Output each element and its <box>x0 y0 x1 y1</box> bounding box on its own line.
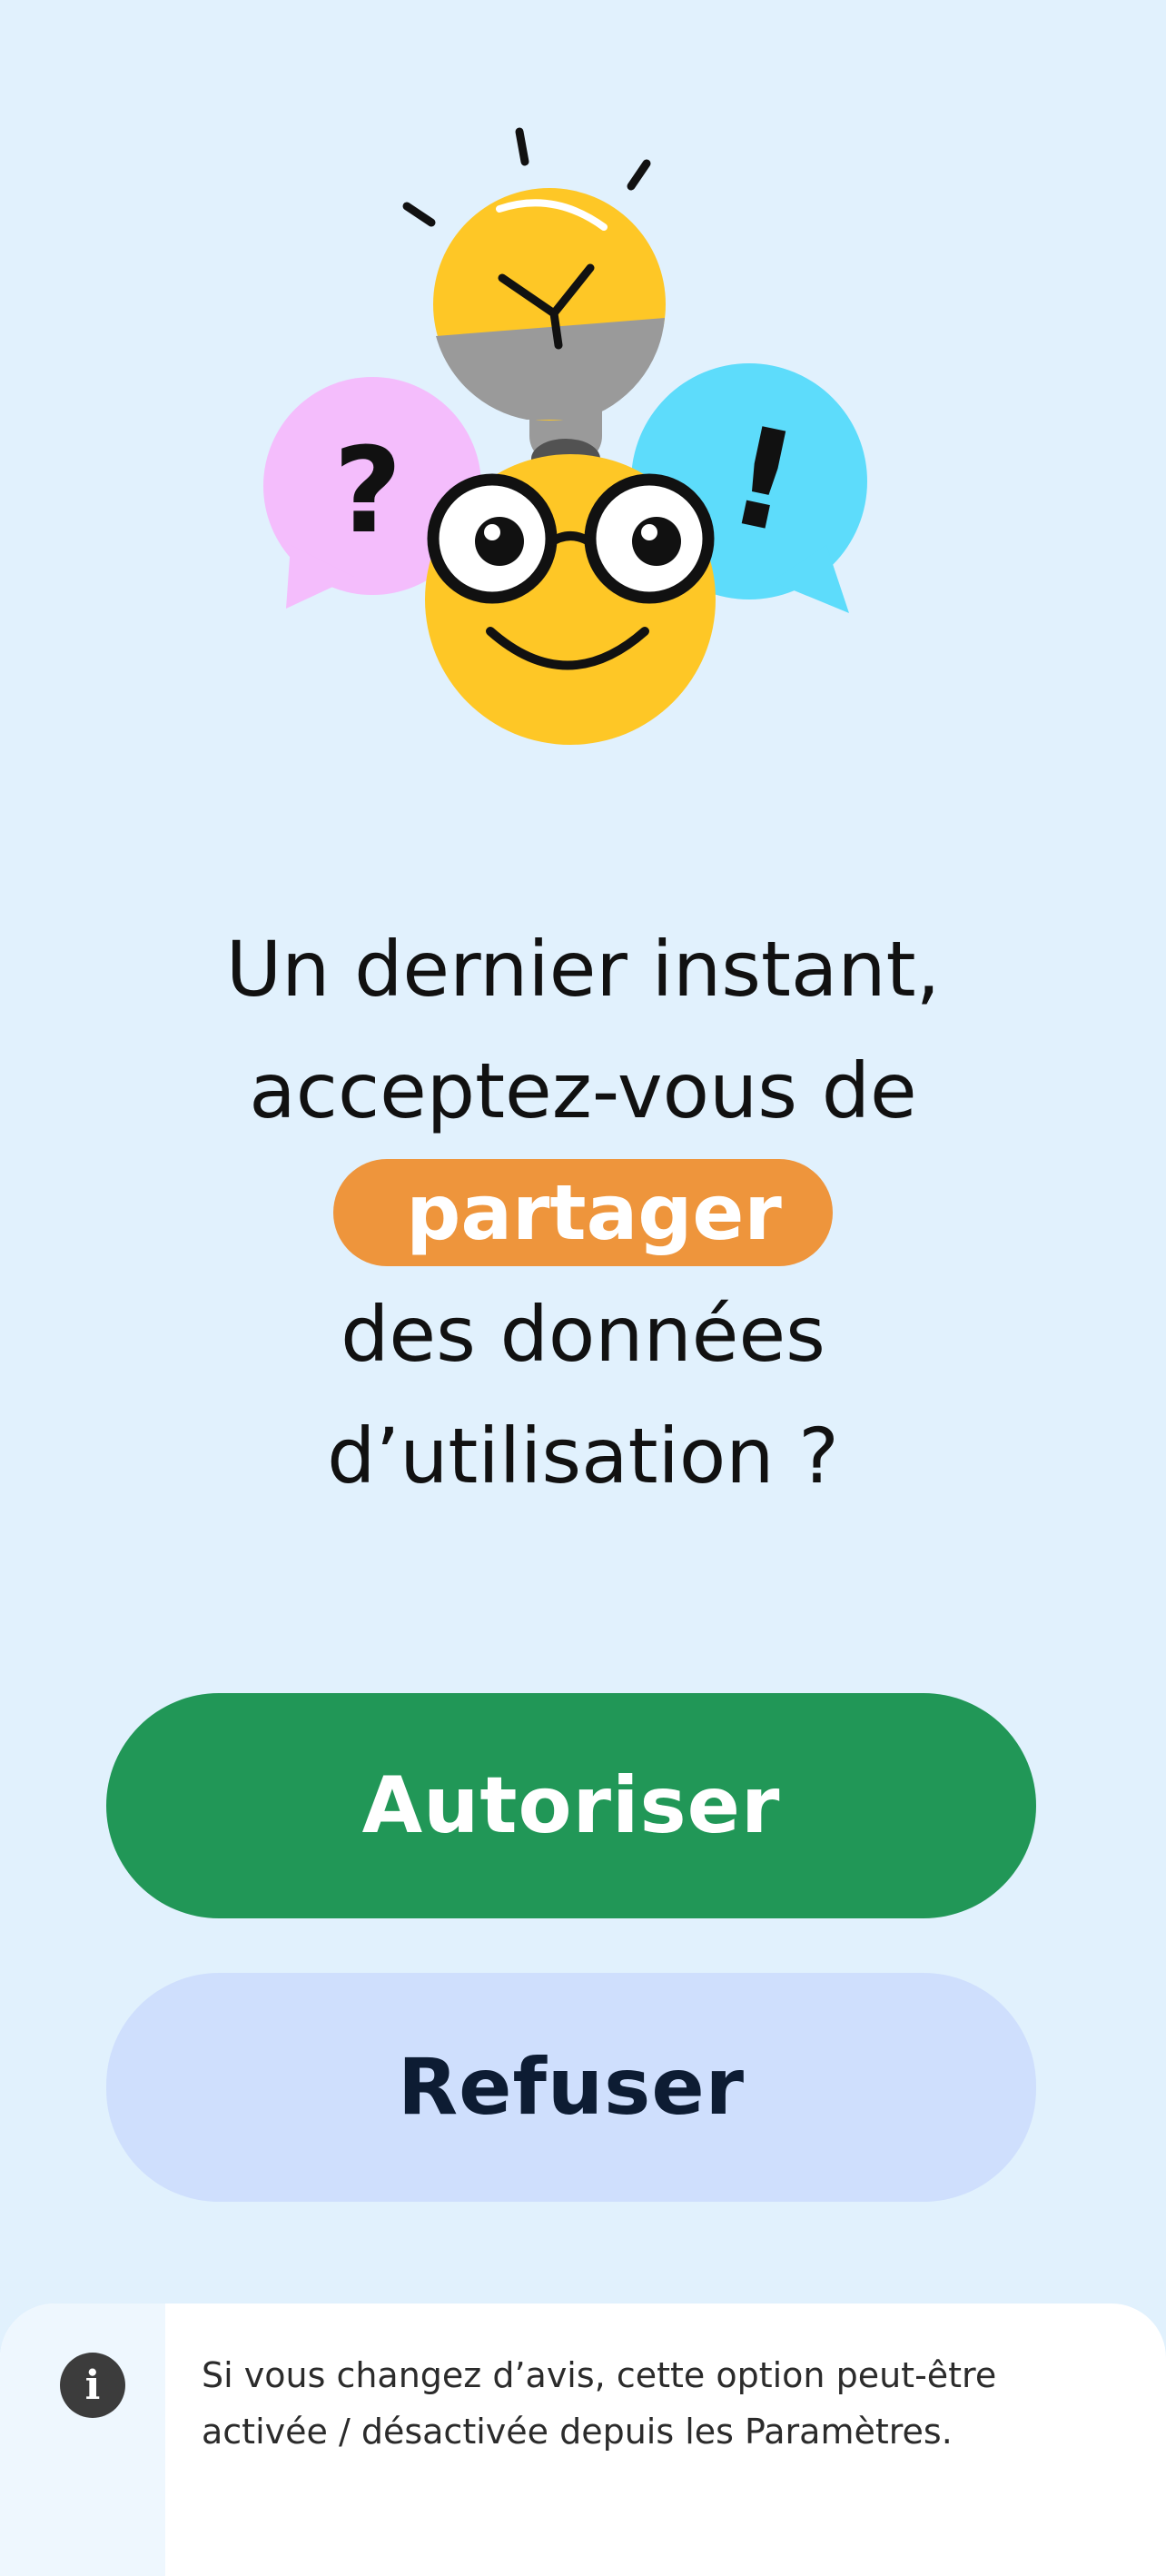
settings-info-card: i Si vous changez d’avis, cette option p… <box>0 2304 1166 2576</box>
headline-line-2: acceptez-vous de <box>249 1046 917 1135</box>
info-text: Si vous changez d’avis, cette option peu… <box>202 2355 997 2452</box>
info-card-strip <box>0 2304 165 2576</box>
info-icon: i <box>60 2353 125 2418</box>
ideas-illustration: ? ! <box>263 127 867 745</box>
allow-button[interactable]: Autoriser <box>106 1693 1036 1918</box>
headline-line-1: Un dernier instant, <box>225 925 941 1014</box>
consent-headline: Un dernier instant, acceptez-vous de par… <box>0 908 1166 1517</box>
headline-line-3: des données <box>341 1290 825 1379</box>
headline-line-4: d’utilisation ? <box>327 1412 839 1501</box>
highlight-pill: partager <box>333 1159 833 1266</box>
svg-text:?: ? <box>333 421 401 560</box>
refuse-button[interactable]: Refuser <box>106 1973 1036 2202</box>
smiley-glasses-icon <box>425 454 716 745</box>
headline-highlight-row: partager <box>0 1152 1166 1273</box>
